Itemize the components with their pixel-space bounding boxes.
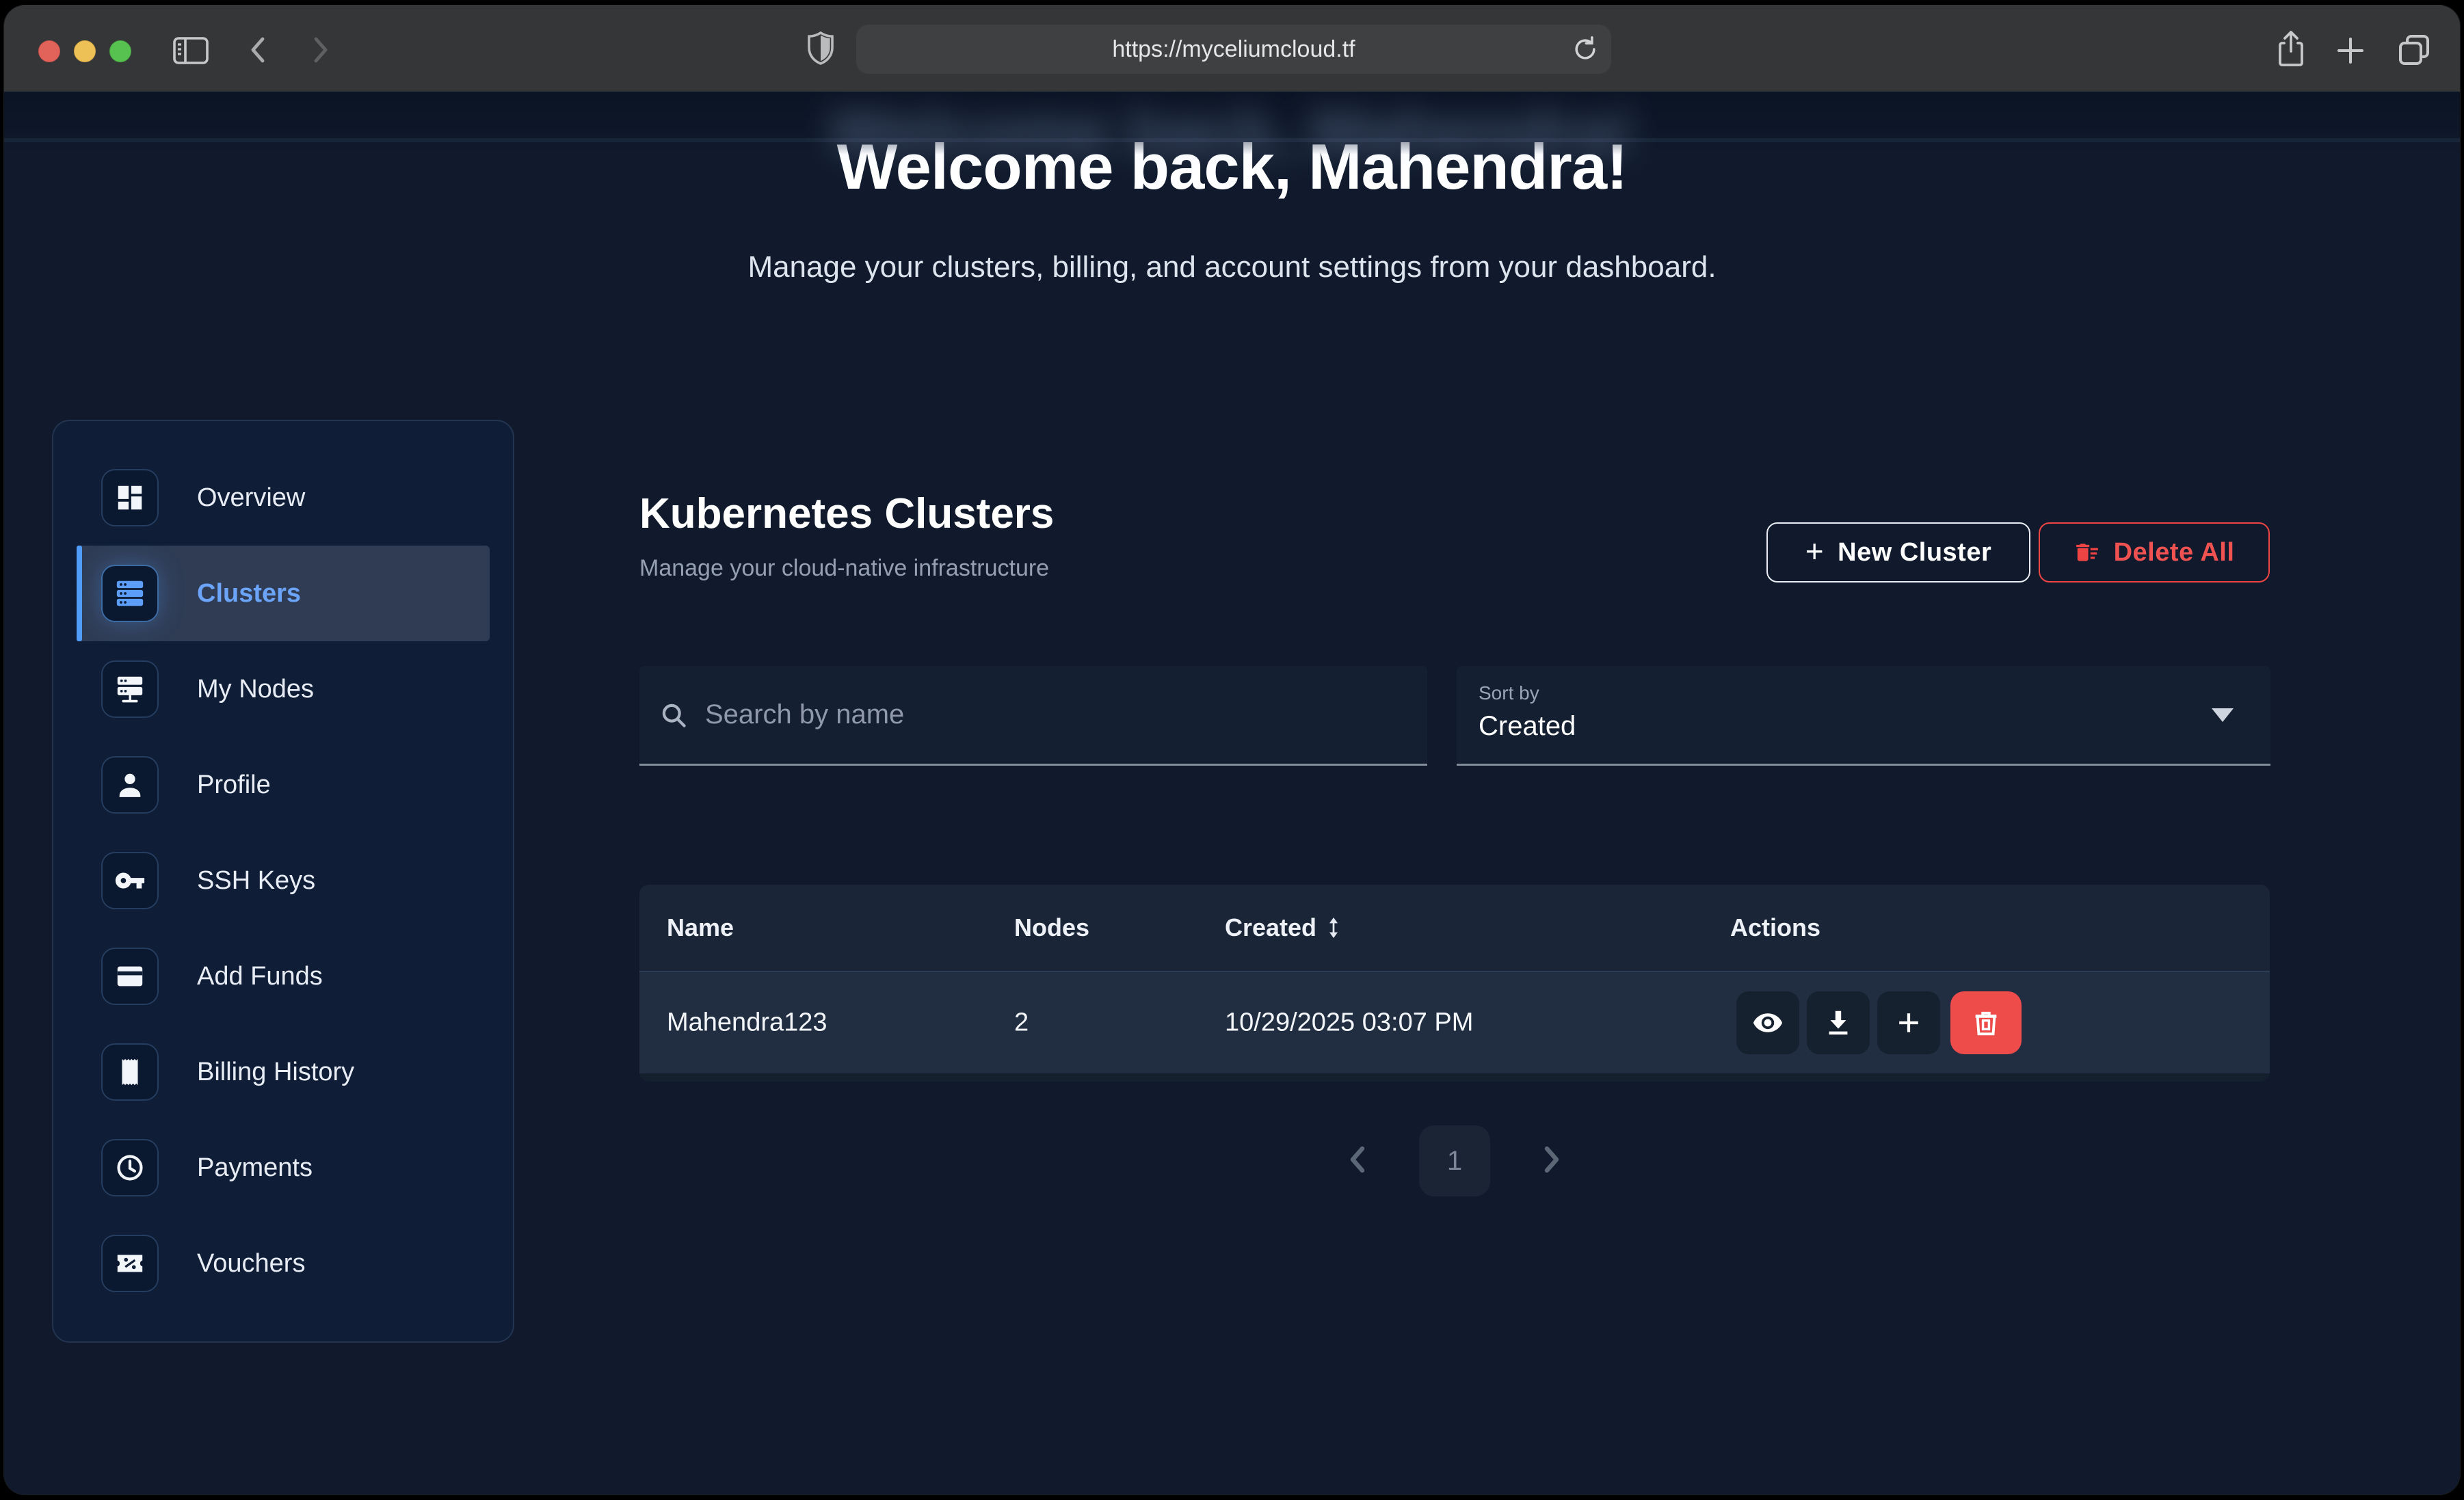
search-icon <box>659 700 689 730</box>
sidebar-item-label: Billing History <box>197 1058 354 1087</box>
cluster-nodes: 2 <box>1014 1008 1029 1038</box>
hero-title-glow: Welcome back, Mahendra! <box>4 94 2460 168</box>
sidebar-item-billing-history[interactable]: Billing History <box>77 1024 490 1120</box>
previous-page-button[interactable] <box>1343 1144 1373 1175</box>
delete-all-label: Delete All <box>2114 538 2235 567</box>
sort-dropdown[interactable]: Sort by Created <box>1457 666 2270 766</box>
cluster-name: Mahendra123 <box>667 1008 827 1038</box>
tab-overview-icon[interactable] <box>2395 32 2433 68</box>
sidebar-toggle-icon[interactable] <box>172 36 209 65</box>
column-header-created[interactable]: Created <box>1225 913 1342 942</box>
chevron-left-icon <box>1343 1144 1373 1175</box>
page-content: Welcome back, Mahendra! Welcome back, Ma… <box>4 92 2460 1495</box>
browser-toolbar: https://myceliumcloud.tf <box>4 5 2460 92</box>
sidebar-item-label: Profile <box>197 771 271 800</box>
zoom-window-button[interactable] <box>109 40 131 62</box>
privacy-shield-icon[interactable] <box>806 31 836 68</box>
forward-icon[interactable] <box>306 35 334 65</box>
sort-label: Sort by <box>1479 682 1539 704</box>
search-field <box>639 666 1427 766</box>
url-bar[interactable]: https://myceliumcloud.tf <box>856 25 1611 74</box>
view-cluster-button[interactable] <box>1736 991 1799 1054</box>
cluster-created: 10/29/2025 03:07 PM <box>1225 1008 1473 1038</box>
plus-icon: + <box>1805 533 1824 570</box>
page-number: 1 <box>1447 1146 1462 1177</box>
sort-value: Created <box>1479 711 1576 742</box>
sidebar-item-overview[interactable]: Overview <box>77 450 490 546</box>
add-node-button[interactable] <box>1877 991 1940 1054</box>
chevron-right-icon <box>1536 1144 1566 1175</box>
ssh-keys-icon <box>101 852 159 909</box>
payments-icon <box>101 1139 159 1196</box>
table-row: Mahendra123 2 10/29/2025 03:07 PM <box>639 972 2270 1073</box>
trash-icon <box>1970 1007 2002 1039</box>
add-funds-icon <box>101 948 159 1005</box>
created-header-label: Created <box>1225 913 1316 942</box>
page-subtitle: Manage your cloud-native infrastructure <box>639 555 1049 582</box>
new-tab-icon[interactable] <box>2333 35 2368 66</box>
eye-icon <box>1752 1007 1784 1039</box>
share-icon[interactable] <box>2273 29 2309 69</box>
search-input[interactable] <box>704 699 1408 731</box>
new-cluster-button[interactable]: + New Cluster <box>1766 522 2030 582</box>
column-header-name: Name <box>667 913 734 942</box>
column-header-nodes: Nodes <box>1014 913 1089 942</box>
sidebar-item-profile[interactable]: Profile <box>77 737 490 833</box>
overview-icon <box>101 469 159 526</box>
welcome-subtitle: Manage your clusters, billing, and accou… <box>4 250 2460 284</box>
close-window-button[interactable] <box>38 40 60 62</box>
plus-icon <box>1893 1007 1924 1039</box>
column-header-actions: Actions <box>1730 913 1820 942</box>
sidebar-item-payments[interactable]: Payments <box>77 1120 490 1216</box>
new-cluster-label: New Cluster <box>1838 538 1991 567</box>
sidebar-item-label: Add Funds <box>197 962 323 991</box>
download-icon <box>1823 1007 1854 1039</box>
sidebar-item-label: Clusters <box>197 579 301 608</box>
sort-arrows-icon <box>1325 918 1342 938</box>
back-icon[interactable] <box>245 35 272 65</box>
page-number-button[interactable]: 1 <box>1419 1125 1490 1196</box>
sidebar-item-label: SSH Keys <box>197 866 315 896</box>
sidebar-item-add-funds[interactable]: Add Funds <box>77 928 490 1024</box>
sidebar: Overview Clusters <box>52 420 514 1343</box>
profile-icon <box>101 756 159 814</box>
table-header-row: Name Nodes Created Actions <box>639 885 2270 972</box>
caret-down-icon <box>2212 708 2234 722</box>
sidebar-item-label: Vouchers <box>197 1249 305 1278</box>
delete-sweep-icon <box>2074 539 2100 565</box>
sidebar-item-my-nodes[interactable]: My Nodes <box>77 641 490 737</box>
clusters-table: Name Nodes Created Actions Mahendra123 2… <box>639 885 2270 1082</box>
sidebar-item-vouchers[interactable]: Vouchers <box>77 1216 490 1311</box>
vouchers-icon <box>101 1235 159 1292</box>
reload-icon[interactable] <box>1570 34 1600 64</box>
clusters-icon <box>101 565 159 622</box>
sidebar-item-label: Overview <box>197 483 305 513</box>
billing-history-icon <box>101 1043 159 1101</box>
sidebar-item-label: My Nodes <box>197 675 314 704</box>
page-title: Kubernetes Clusters <box>639 490 1054 538</box>
my-nodes-icon <box>101 660 159 718</box>
sidebar-item-ssh-keys[interactable]: SSH Keys <box>77 833 490 928</box>
browser-window: https://myceliumcloud.tf <box>4 5 2460 1495</box>
sidebar-item-label: Payments <box>197 1153 313 1183</box>
next-page-button[interactable] <box>1536 1144 1566 1175</box>
minimize-window-button[interactable] <box>74 40 96 62</box>
sidebar-item-clusters[interactable]: Clusters <box>77 546 490 641</box>
download-kubeconfig-button[interactable] <box>1807 991 1870 1054</box>
url-text: https://myceliumcloud.tf <box>1112 36 1355 63</box>
delete-cluster-button[interactable] <box>1950 991 2022 1054</box>
delete-all-button[interactable]: Delete All <box>2039 522 2270 582</box>
